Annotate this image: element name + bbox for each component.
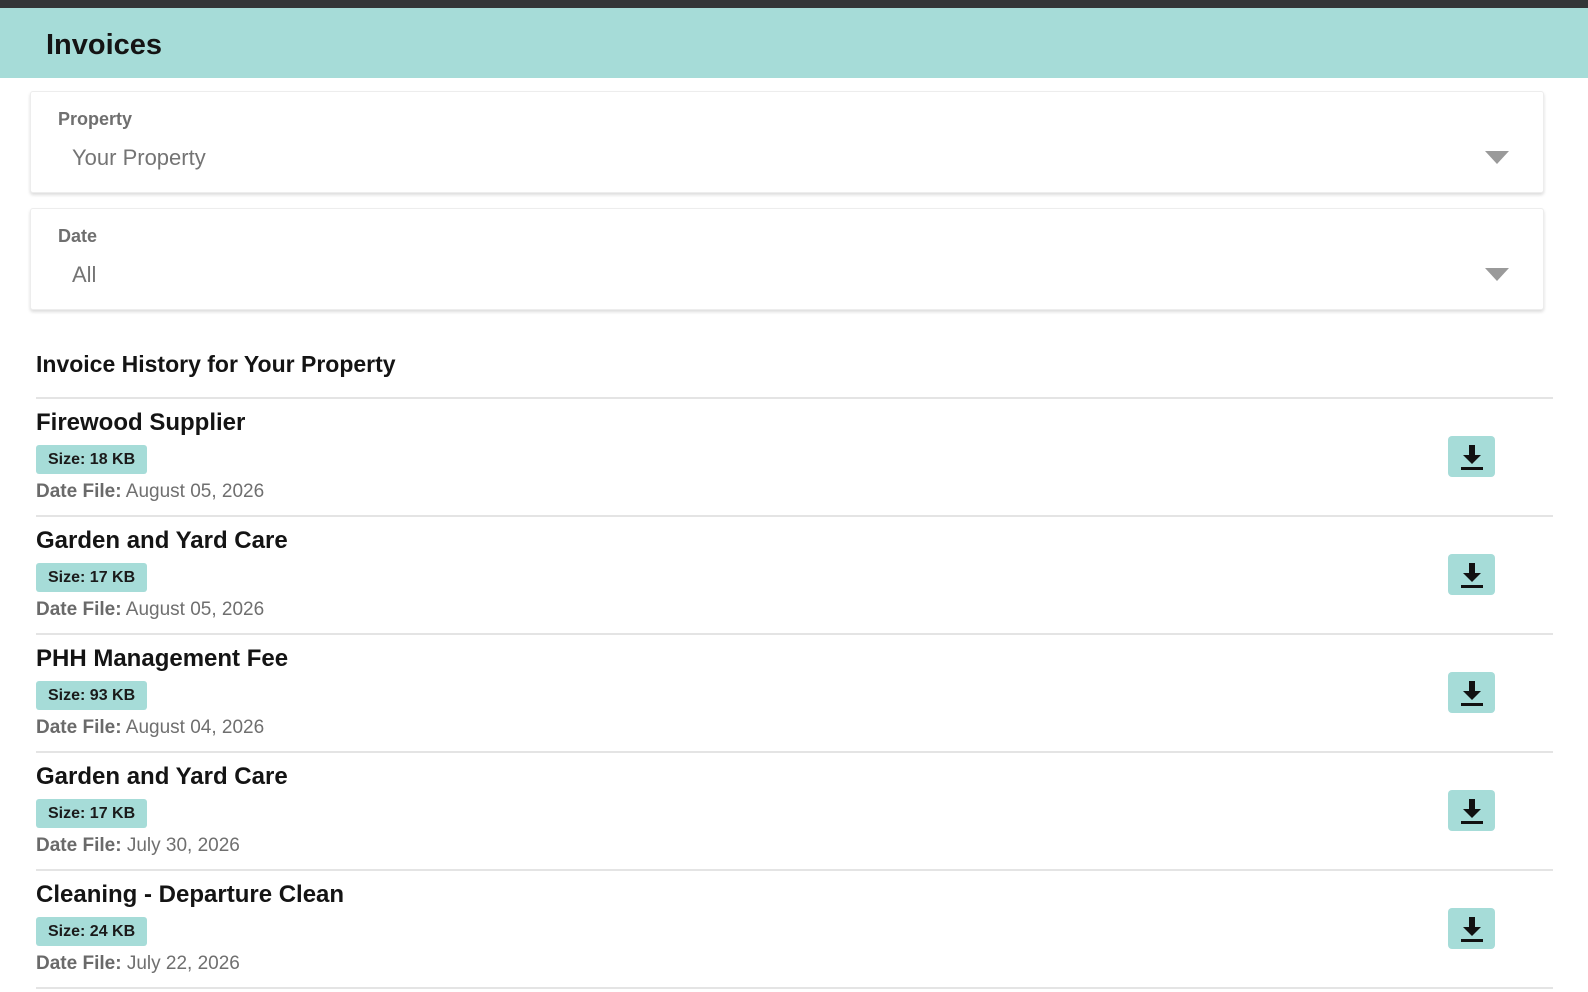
date-file-value: August 05, 2026 bbox=[125, 599, 265, 620]
date-file-label: Date File: bbox=[36, 835, 122, 856]
date-select[interactable]: Date All bbox=[30, 208, 1544, 310]
size-badge: Size: 17 KB bbox=[36, 563, 148, 592]
size-badge: Size: 93 KB bbox=[36, 681, 148, 710]
download-button[interactable] bbox=[1448, 672, 1495, 713]
invoice-row: Cleaning - Departure Clean Size: 24 KB D… bbox=[36, 871, 1553, 989]
size-badge: Size: 18 KB bbox=[36, 445, 148, 474]
chevron-down-icon bbox=[1485, 151, 1509, 164]
invoice-title: Garden and Yard Care bbox=[36, 527, 288, 554]
date-file: Date File: August 04, 2026 bbox=[36, 717, 264, 739]
chevron-down-icon bbox=[1485, 268, 1509, 281]
app-header: Invoices bbox=[0, 8, 1588, 78]
date-file: Date File: July 30, 2026 bbox=[36, 835, 240, 857]
download-icon bbox=[1460, 916, 1483, 942]
download-button[interactable] bbox=[1448, 554, 1495, 595]
date-file: Date File: July 22, 2026 bbox=[36, 953, 240, 975]
date-file-label: Date File: bbox=[36, 953, 122, 974]
date-file: Date File: August 05, 2026 bbox=[36, 481, 264, 503]
date-value: All bbox=[72, 262, 97, 287]
date-file-label: Date File: bbox=[36, 599, 122, 620]
download-icon bbox=[1460, 444, 1483, 470]
property-select[interactable]: Property Your Property bbox=[30, 91, 1544, 193]
invoice-title: Firewood Supplier bbox=[36, 409, 246, 436]
invoice-history-title: Invoice History for Your Property bbox=[36, 351, 396, 377]
invoice-row: PHH Management Fee Size: 93 KB Date File… bbox=[36, 635, 1553, 753]
download-button[interactable] bbox=[1448, 908, 1495, 949]
size-badge: Size: 24 KB bbox=[36, 917, 148, 946]
page-title: Invoices bbox=[46, 29, 163, 61]
download-icon bbox=[1460, 798, 1483, 824]
top-strip bbox=[0, 0, 1588, 8]
date-file: Date File: August 05, 2026 bbox=[36, 599, 264, 621]
property-label: Property bbox=[58, 109, 133, 129]
download-button[interactable] bbox=[1448, 790, 1495, 831]
date-file-value: August 05, 2026 bbox=[125, 481, 265, 502]
date-label: Date bbox=[58, 226, 98, 246]
invoice-list: Firewood Supplier Size: 18 KB Date File:… bbox=[36, 397, 1553, 989]
date-file-value: July 22, 2026 bbox=[126, 953, 240, 974]
invoice-title: Garden and Yard Care bbox=[36, 763, 288, 790]
invoice-row: Firewood Supplier Size: 18 KB Date File:… bbox=[36, 399, 1553, 517]
invoice-title: Cleaning - Departure Clean bbox=[36, 881, 345, 908]
size-badge: Size: 17 KB bbox=[36, 799, 148, 828]
date-file-value: August 04, 2026 bbox=[125, 717, 265, 738]
invoice-title: PHH Management Fee bbox=[36, 645, 289, 672]
download-button[interactable] bbox=[1448, 436, 1495, 477]
date-file-label: Date File: bbox=[36, 717, 122, 738]
invoice-row: Garden and Yard Care Size: 17 KB Date Fi… bbox=[36, 753, 1553, 871]
download-icon bbox=[1460, 562, 1483, 588]
invoice-row: Garden and Yard Care Size: 17 KB Date Fi… bbox=[36, 517, 1553, 635]
download-icon bbox=[1460, 680, 1483, 706]
date-file-value: July 30, 2026 bbox=[126, 835, 240, 856]
date-file-label: Date File: bbox=[36, 481, 122, 502]
property-value: Your Property bbox=[72, 145, 206, 170]
